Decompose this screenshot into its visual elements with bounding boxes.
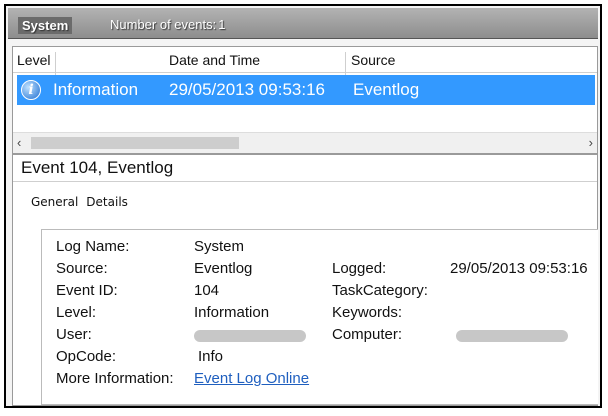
event-id-field-label: Event ID: xyxy=(56,282,118,299)
logged-value: 29/05/2013 09:53:16 xyxy=(450,260,588,277)
event-list: Level Date and Time Source i Information… xyxy=(12,46,598,154)
event-detail-pane: Event 104, Eventlog General Details Log N… xyxy=(12,154,598,406)
event-date-time: 29/05/2013 09:53:16 xyxy=(169,80,325,99)
tab-details[interactable]: Details xyxy=(82,193,132,211)
column-divider[interactable] xyxy=(55,52,56,77)
event-count-value: 1 xyxy=(218,17,226,32)
tab-general[interactable]: General xyxy=(27,193,83,212)
logged-field-label: Logged: xyxy=(332,260,387,277)
source-field-label: Source: xyxy=(56,260,108,277)
more-info-field-label: More Information: xyxy=(56,370,174,387)
general-properties: Log Name: Source: Event ID: Level: User:… xyxy=(41,229,598,405)
event-source: Eventlog xyxy=(353,80,420,99)
task-category-field-label: TaskCategory: xyxy=(332,282,428,299)
log-name-field-label: Log Name: xyxy=(56,238,130,255)
level-value: Information xyxy=(194,304,270,321)
event-title-text: Event 104, Eventlog xyxy=(21,158,174,177)
column-divider[interactable] xyxy=(345,52,346,77)
event-viewer-window: System Number of events: 1 Level Date and… xyxy=(4,4,602,408)
log-name-value: System xyxy=(194,238,245,255)
user-field-label: User: xyxy=(56,326,92,343)
computer-field-label: Computer: xyxy=(332,326,403,343)
information-icon: i xyxy=(21,80,41,100)
scroll-right-icon[interactable]: › xyxy=(589,135,593,150)
source-value: Eventlog xyxy=(194,260,253,277)
opcode-value: Info xyxy=(198,348,224,365)
user-value-redacted xyxy=(194,330,306,342)
event-level: Information xyxy=(53,80,139,99)
column-header-level[interactable]: Level xyxy=(17,52,50,68)
scrollbar-thumb[interactable] xyxy=(31,137,239,149)
log-name-label: System xyxy=(18,17,73,34)
computer-value-redacted xyxy=(456,330,568,342)
log-header-bar: System Number of events: 1 xyxy=(8,8,598,39)
scroll-left-icon[interactable]: ‹ xyxy=(17,135,21,150)
level-field-label: Level: xyxy=(56,304,97,321)
event-detail-title: Event 104, Eventlog xyxy=(13,155,597,182)
event-count-label: Number of events: xyxy=(110,17,217,32)
detail-tabs: General Details xyxy=(27,193,132,212)
horizontal-scrollbar[interactable]: ‹ › xyxy=(13,132,597,153)
event-count: Number of events: 1 xyxy=(108,17,225,32)
event-log-online-link[interactable]: Event Log Online xyxy=(194,370,309,387)
event-id-value: 104 xyxy=(194,282,220,299)
column-header-row: Level Date and Time Source xyxy=(13,47,597,77)
event-row[interactable]: i Information 29/05/2013 09:53:16 Eventl… xyxy=(17,75,595,105)
column-header-source[interactable]: Source xyxy=(351,52,395,68)
column-header-date-time[interactable]: Date and Time xyxy=(169,52,260,68)
opcode-field-label: OpCode: xyxy=(56,348,117,365)
keywords-field-label: Keywords: xyxy=(332,304,403,321)
